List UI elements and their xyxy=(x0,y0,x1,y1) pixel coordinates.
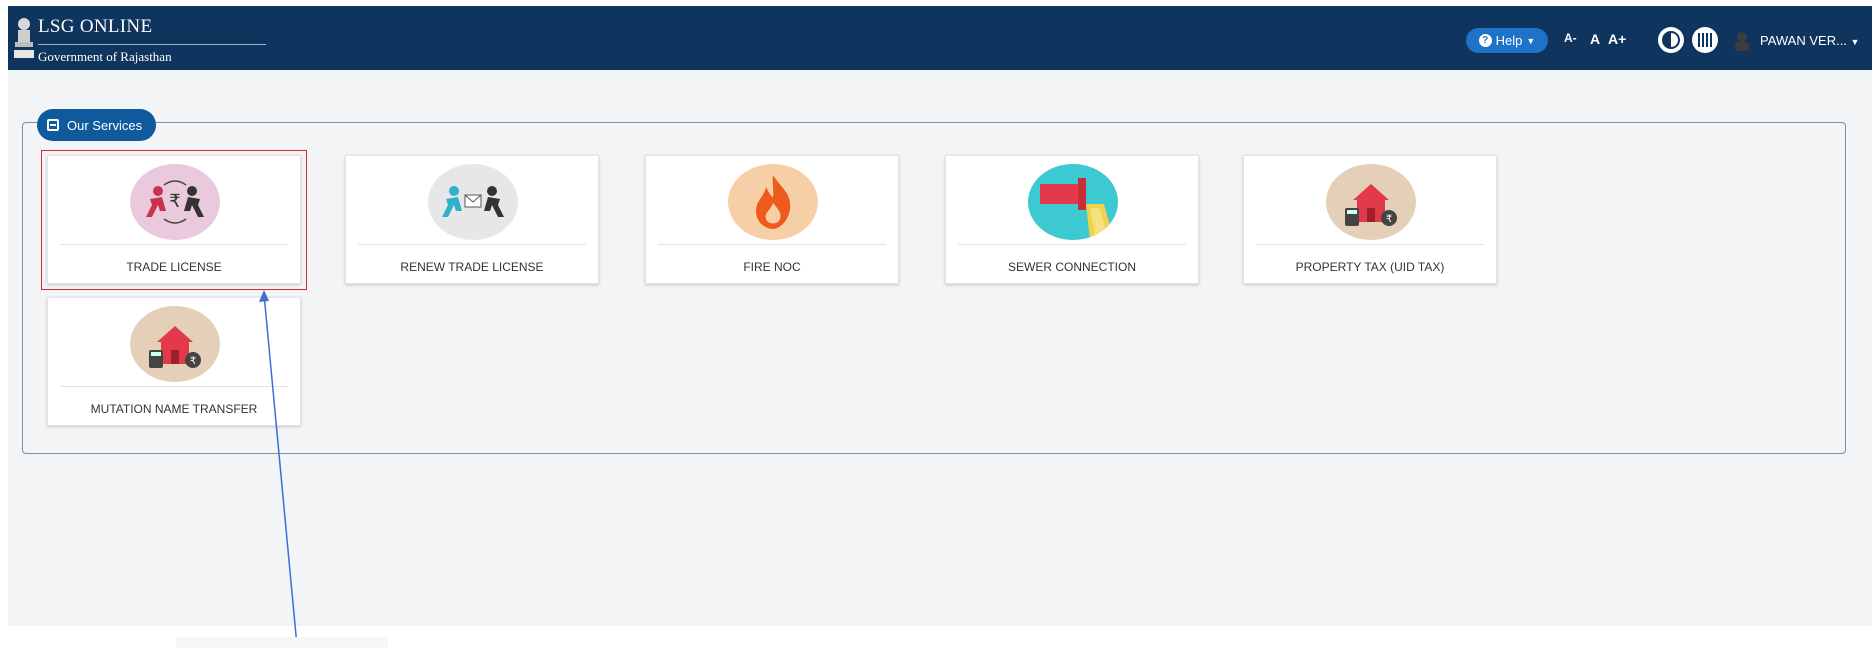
service-card-label: FIRE NOC xyxy=(743,260,801,274)
brand-divider xyxy=(38,44,266,45)
help-button[interactable]: ? Help ▼ xyxy=(1466,28,1548,53)
services-legend[interactable]: Our Services xyxy=(37,109,157,141)
contrast-icon[interactable] xyxy=(1658,27,1684,53)
user-icon xyxy=(1735,32,1749,51)
faint-bottom-element xyxy=(176,637,388,648)
property-tax-icon: ₹ xyxy=(1326,164,1416,240)
qr-icon[interactable] xyxy=(1692,27,1718,53)
card-divider xyxy=(1256,244,1484,245)
service-card-mutation-name-transfer[interactable]: ₹ MUTATION NAME TRANSFER xyxy=(47,297,301,426)
service-card-label: PROPERTY TAX (UID TAX) xyxy=(1295,260,1445,274)
chevron-down-icon: ▼ xyxy=(1526,35,1536,46)
service-card-renew-trade-license[interactable]: RENEW TRADE LICENSE xyxy=(345,155,599,284)
font-normal-button[interactable]: A xyxy=(1590,31,1600,47)
svg-text:₹: ₹ xyxy=(190,356,196,367)
caret-down-icon: ▼ xyxy=(1850,37,1860,47)
collapse-icon xyxy=(47,119,59,131)
user-menu[interactable]: PAWAN VER... ▼ xyxy=(1760,33,1859,48)
service-card-label: SEWER CONNECTION xyxy=(1007,260,1136,274)
card-divider xyxy=(958,244,1186,245)
help-icon: ? xyxy=(1478,34,1492,47)
renew-license-icon xyxy=(428,164,518,240)
font-increase-button[interactable]: A+ xyxy=(1608,31,1626,47)
service-card-label: MUTATION NAME TRANSFER xyxy=(90,402,258,416)
app-title[interactable]: LSG ONLINE xyxy=(38,16,152,38)
svg-text:₹: ₹ xyxy=(1386,214,1392,225)
app-subtitle: Government of Rajasthan xyxy=(38,49,172,64)
services-legend-label: Our Services xyxy=(67,117,143,133)
font-decrease-button[interactable]: A- xyxy=(1564,31,1577,45)
help-label: Help xyxy=(1495,33,1523,48)
sewer-pipe-icon xyxy=(1028,164,1118,240)
card-divider xyxy=(358,244,586,245)
fire-icon xyxy=(728,164,818,240)
card-divider xyxy=(60,386,288,387)
service-card-fire-noc[interactable]: FIRE NOC xyxy=(645,155,899,284)
service-card-label: RENEW TRADE LICENSE xyxy=(400,260,544,274)
top-header: LSG ONLINE Government of Rajasthan ? Hel… xyxy=(8,6,1872,70)
card-divider xyxy=(658,244,886,245)
highlight-box xyxy=(41,150,307,290)
emblem-icon xyxy=(14,18,34,58)
service-card-property-tax[interactable]: ₹ PROPERTY TAX (UID TAX) xyxy=(1243,155,1497,284)
service-card-sewer-connection[interactable]: SEWER CONNECTION xyxy=(945,155,1199,284)
mutation-house-icon: ₹ xyxy=(130,306,220,382)
user-name: PAWAN VER... xyxy=(1760,33,1847,48)
